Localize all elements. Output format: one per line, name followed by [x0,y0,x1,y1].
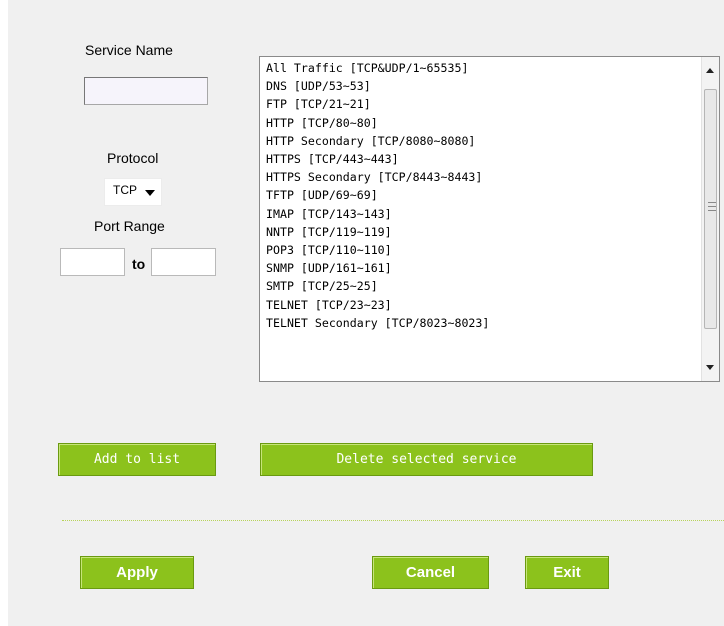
add-to-list-button[interactable]: Add to list [58,443,216,476]
service-management-panel: Service Name Protocol TCP Port Range to … [8,0,724,626]
service-list-item[interactable]: TFTP [UDP/69~69] [266,186,699,204]
grip-icon [708,202,716,211]
service-list[interactable]: All Traffic [TCP&UDP/1~65535] DNS [UDP/53… [259,56,720,382]
section-divider [62,520,724,521]
port-range-label: Port Range [94,218,165,234]
service-name-input[interactable] [84,77,208,105]
chevron-down-icon [145,190,155,196]
service-list-item[interactable]: DNS [UDP/53~53] [266,77,699,95]
service-name-label: Service Name [85,42,173,58]
protocol-label: Protocol [107,150,159,166]
scrollbar-thumb[interactable] [704,89,717,329]
service-list-item[interactable]: NNTP [TCP/119~119] [266,223,699,241]
service-list-item[interactable]: FTP [TCP/21~21] [266,95,699,113]
service-list-item[interactable]: All Traffic [TCP&UDP/1~65535] [266,59,699,77]
service-list-items: All Traffic [TCP&UDP/1~65535] DNS [UDP/53… [266,59,699,332]
service-list-item[interactable]: TELNET Secondary [TCP/8023~8023] [266,314,699,332]
service-list-item[interactable]: TELNET [TCP/23~23] [266,296,699,314]
service-list-item[interactable]: SNMP [UDP/161~161] [266,259,699,277]
port-range-from-input[interactable] [60,248,125,276]
service-list-scrollbar[interactable] [701,57,719,381]
apply-button[interactable]: Apply [80,556,194,589]
service-list-item[interactable]: HTTP [TCP/80~80] [266,114,699,132]
port-range-to-input[interactable] [151,248,216,276]
service-list-item[interactable]: SMTP [TCP/25~25] [266,277,699,295]
exit-button[interactable]: Exit [525,556,609,589]
service-list-item[interactable]: POP3 [TCP/110~110] [266,241,699,259]
service-list-item[interactable]: HTTP Secondary [TCP/8080~8080] [266,132,699,150]
delete-selected-service-button[interactable]: Delete selected service [260,443,593,476]
scroll-up-arrow-icon[interactable] [706,68,714,73]
protocol-select[interactable]: TCP [104,178,162,206]
service-list-item[interactable]: HTTPS [TCP/443~443] [266,150,699,168]
service-list-item[interactable]: IMAP [TCP/143~143] [266,205,699,223]
port-range-separator: to [132,256,146,272]
cancel-button[interactable]: Cancel [372,556,489,589]
scroll-down-arrow-icon[interactable] [706,365,714,370]
service-list-item[interactable]: HTTPS Secondary [TCP/8443~8443] [266,168,699,186]
protocol-selected-value: TCP [113,183,137,197]
